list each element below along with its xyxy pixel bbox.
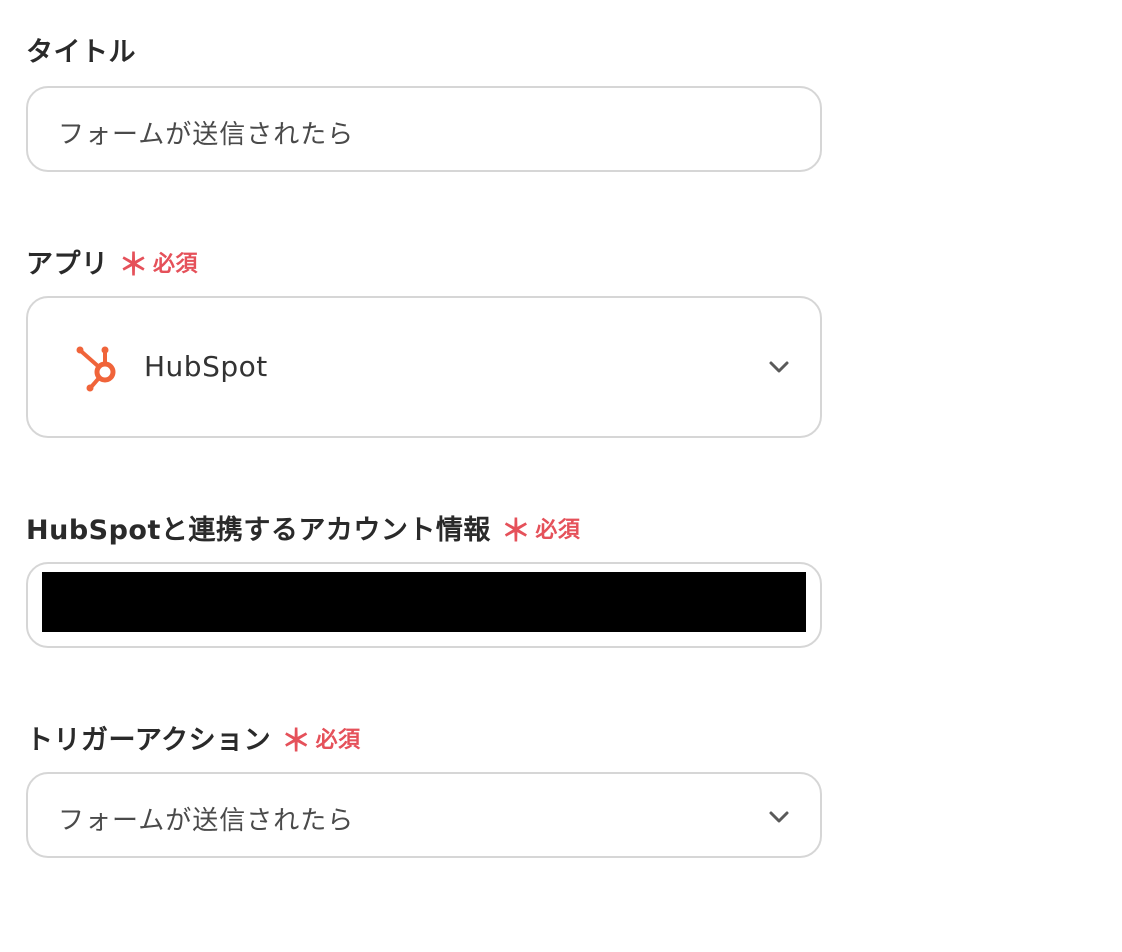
selected-app-name: HubSpot: [144, 350, 268, 383]
title-field-label: タイトル: [26, 30, 136, 69]
account-select[interactable]: [26, 562, 822, 648]
required-badge: ＊ 必須: [281, 722, 361, 759]
title-input-value[interactable]: フォームが送信されたら: [58, 114, 354, 151]
required-asterisk: ＊: [500, 513, 532, 549]
required-badge: ＊ 必須: [500, 512, 581, 549]
app-select[interactable]: HubSpot: [26, 296, 822, 438]
app-label-text: アプリ: [26, 249, 109, 280]
required-asterisk: ＊: [118, 247, 149, 283]
required-asterisk: ＊: [281, 723, 312, 759]
required-text: 必須: [153, 251, 199, 277]
trigger-action-select[interactable]: フォームが送信されたら: [26, 772, 822, 858]
redacted-account-info: [42, 572, 806, 632]
chevron-down-icon[interactable]: [768, 356, 790, 378]
required-badge: ＊ 必須: [118, 246, 199, 283]
hubspot-logo-icon: [76, 346, 116, 392]
account-label-text: HubSpotと連携するアカウント情報: [26, 515, 491, 546]
required-text: 必須: [535, 517, 581, 543]
chevron-down-icon[interactable]: [768, 806, 790, 828]
trigger-label-text: トリガーアクション: [26, 725, 272, 756]
trigger-field-label: トリガーアクション ＊ 必須: [26, 718, 361, 757]
title-label-text: タイトル: [26, 37, 136, 68]
trigger-selected-value: フォームが送信されたら: [58, 806, 355, 836]
title-input[interactable]: フォームが送信されたら: [26, 86, 822, 172]
required-text: 必須: [315, 727, 361, 753]
app-field-label: アプリ ＊ 必須: [26, 242, 198, 281]
account-field-label: HubSpotと連携するアカウント情報 ＊ 必須: [26, 508, 580, 547]
